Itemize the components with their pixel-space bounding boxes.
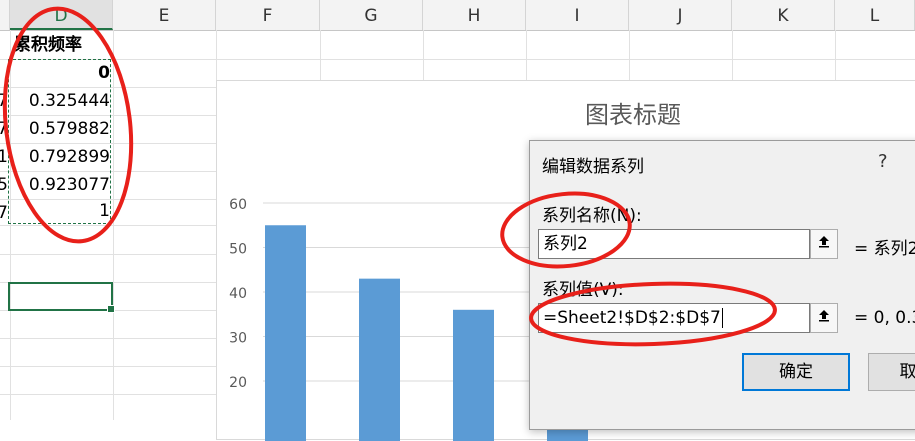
collapse-dialog-icon <box>819 236 829 248</box>
bar[interactable] <box>265 225 306 441</box>
ok-button[interactable]: 确定 <box>742 353 850 391</box>
column-header-e[interactable]: E <box>113 0 216 30</box>
column-header-h[interactable]: H <box>423 0 526 30</box>
column-header-d[interactable]: D <box>10 0 113 30</box>
bar[interactable] <box>453 309 494 441</box>
y-tick-label: 60 <box>229 197 247 213</box>
dialog-title: 编辑数据系列 <box>542 157 644 177</box>
help-button[interactable]: ? <box>878 151 888 172</box>
series-values-value: =Sheet2!$D$2:$D$7 <box>543 308 721 328</box>
column-header-partial[interactable] <box>0 0 10 30</box>
series-name-value: 系列2 <box>543 234 588 254</box>
cancel-button[interactable]: 取 <box>868 353 915 391</box>
clipped-cell-c[interactable]: 7 <box>0 200 8 227</box>
column-header-row: D E F G H I J K L <box>0 0 915 31</box>
clipped-cell-c[interactable]: 1 <box>0 144 8 171</box>
series-values-collapse-button[interactable] <box>810 303 838 333</box>
y-tick-label: 30 <box>229 331 247 347</box>
series-name-collapse-button[interactable] <box>810 229 838 259</box>
column-header-i[interactable]: I <box>526 0 629 30</box>
clipped-cell-c[interactable]: 5 <box>0 172 8 199</box>
series-values-preview: = 0, 0.3 <box>854 308 915 328</box>
clipped-cell-c[interactable]: 7 <box>0 116 8 143</box>
edit-series-dialog[interactable]: 编辑数据系列 ? 系列名称(N): 系列2 = 系列2 系列值(V): =She… <box>529 140 915 430</box>
column-header-f[interactable]: F <box>216 0 320 30</box>
bar[interactable] <box>359 278 400 441</box>
series-name-input[interactable]: 系列2 <box>538 229 810 259</box>
header-cell-cumulative-frequency[interactable]: 累积频率 <box>14 32 82 59</box>
series-values-label: 系列值(V): <box>542 280 624 300</box>
series-name-label: 系列名称(N): <box>542 206 642 226</box>
series-name-preview: = 系列2 <box>854 239 915 259</box>
y-tick-label: 20 <box>229 375 247 391</box>
y-tick-label: 40 <box>229 286 247 302</box>
text-caret <box>721 308 723 328</box>
clipped-cell-c[interactable]: 7 <box>0 88 8 115</box>
column-header-l[interactable]: L <box>835 0 915 30</box>
column-header-j[interactable]: J <box>629 0 732 30</box>
copy-marquee-range <box>8 59 111 224</box>
y-tick-label: 50 <box>229 242 247 258</box>
column-header-g[interactable]: G <box>320 0 423 30</box>
series-values-input[interactable]: =Sheet2!$D$2:$D$7 <box>538 303 810 333</box>
column-header-k[interactable]: K <box>732 0 835 30</box>
selected-cell[interactable] <box>8 282 115 313</box>
collapse-dialog-icon <box>819 310 829 322</box>
fill-handle[interactable] <box>107 305 115 313</box>
